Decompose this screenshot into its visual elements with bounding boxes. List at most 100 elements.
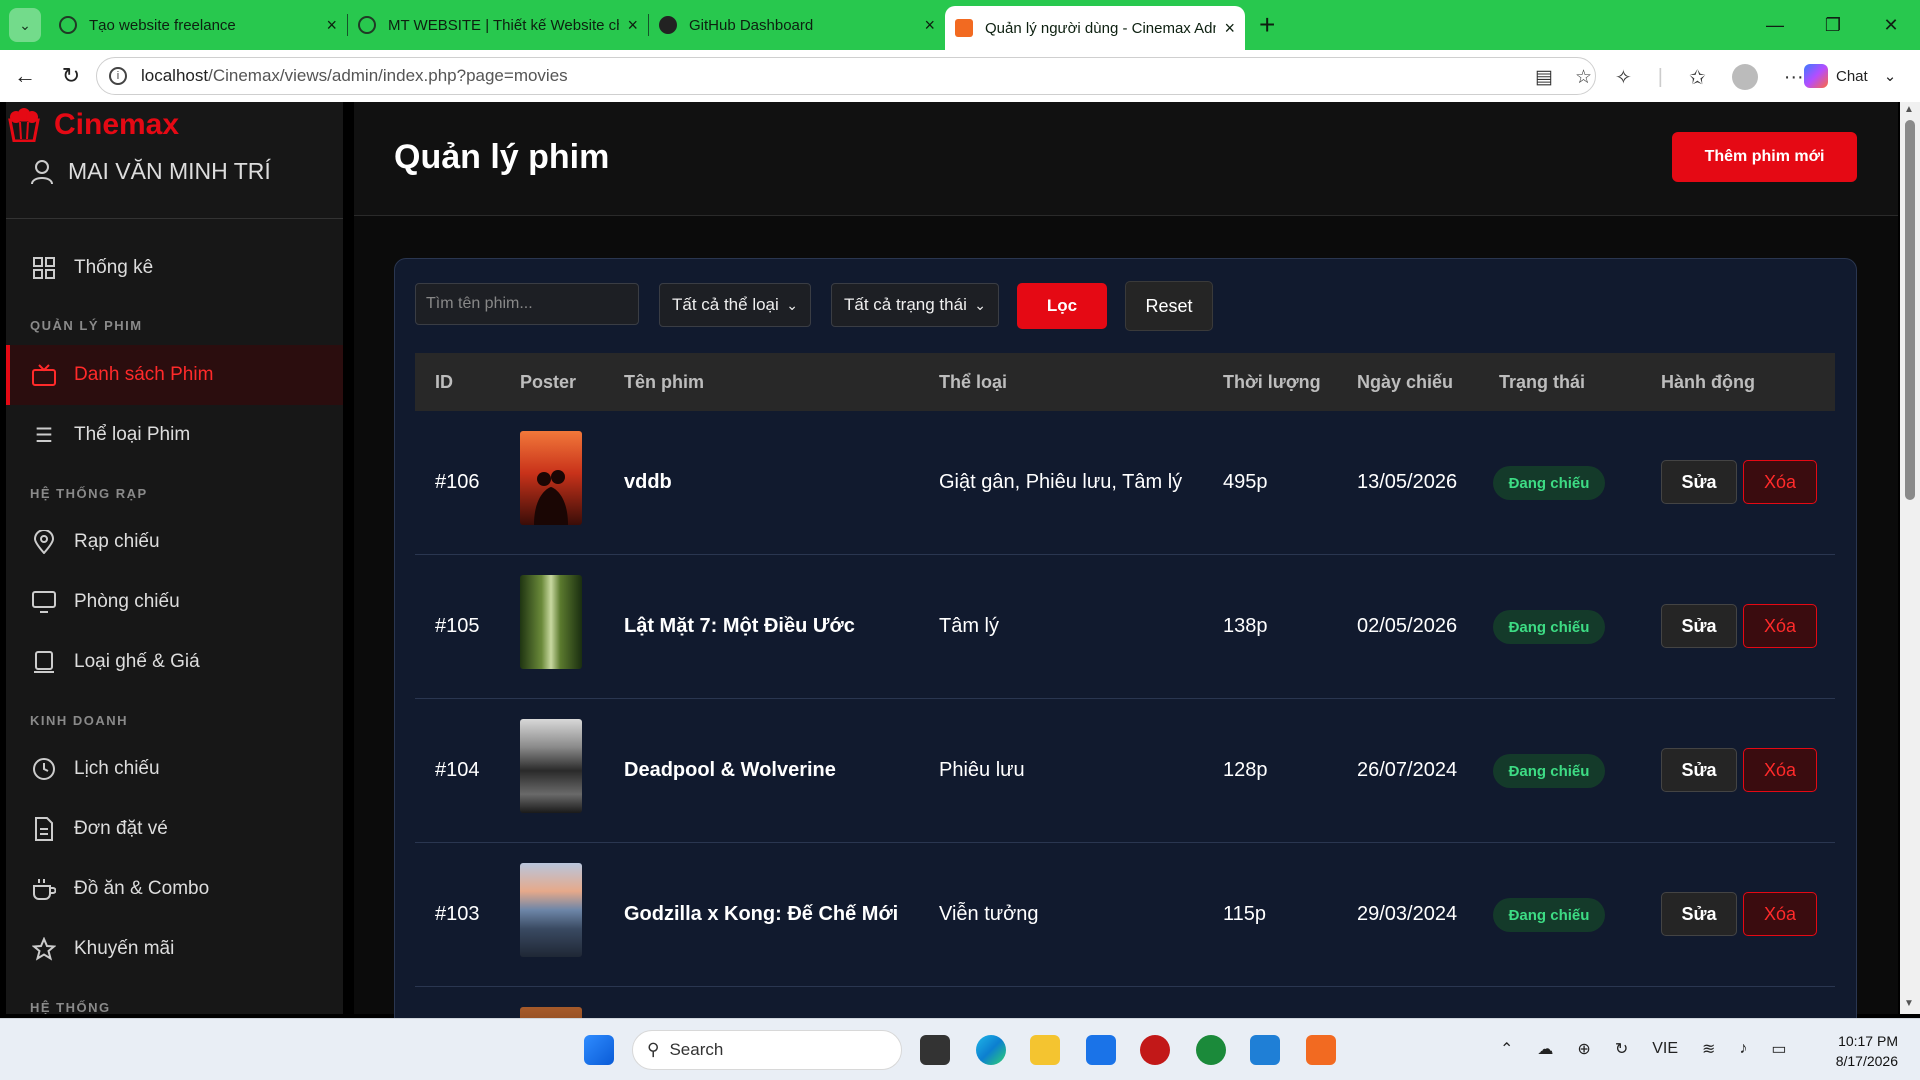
favorites-icon[interactable]: ✩ [1689, 65, 1706, 90]
edge-browser-icon[interactable] [976, 1035, 1006, 1065]
windows-start-icon[interactable] [584, 1035, 614, 1065]
movie-genre: Giật gân, Phiêu lưu, Tâm lý [939, 471, 1183, 493]
movie-poster [520, 719, 582, 813]
column-header-name: Tên phim [624, 372, 704, 392]
sidebar-item-showtimes[interactable]: Lịch chiếu [6, 739, 343, 799]
close-icon[interactable]: × [326, 15, 337, 36]
map-pin-icon [32, 530, 56, 554]
sidebar-item-promotions[interactable]: Khuyến mãi [6, 919, 343, 979]
url-input[interactable]: i localhost/Cinemax/views/admin/index.ph… [96, 57, 1596, 95]
delete-button[interactable]: Xóa [1743, 604, 1817, 648]
scrollbar-thumb[interactable] [1905, 120, 1915, 500]
movie-id: #104 [435, 759, 480, 781]
sidebar-item-food[interactable]: Đồ ăn & Combo [6, 859, 343, 919]
delete-button[interactable]: Xóa [1743, 892, 1817, 936]
xampp-icon [955, 19, 973, 37]
close-icon[interactable]: × [627, 15, 638, 36]
search-input[interactable]: Tìm tên phim... [415, 283, 639, 325]
window-controls: — ❐ ✕ [1746, 0, 1920, 50]
favorite-star-icon[interactable]: ☆ [1575, 66, 1592, 89]
close-window-icon[interactable]: ✕ [1862, 0, 1920, 50]
section-heading-cinema: HỆ THỐNG RẠP [30, 486, 148, 501]
page-header: Quản lý phim Thêm phim mới [354, 102, 1898, 216]
chevron-down-icon: ⌄ [786, 296, 798, 313]
store-icon[interactable] [1086, 1035, 1116, 1065]
brand-logo[interactable]: Cinemax [6, 108, 179, 142]
battery-icon[interactable]: ▭ [1771, 1039, 1786, 1059]
page-title: Quản lý phim [394, 138, 610, 176]
sidebar-item-orders[interactable]: Đơn đặt vé [6, 799, 343, 859]
column-header-date: Ngày chiếu [1357, 372, 1454, 392]
close-icon[interactable]: × [924, 15, 935, 36]
movie-genre: Viễn tưởng [939, 903, 1039, 925]
movie-genre: Tâm lý [939, 615, 999, 637]
back-icon[interactable]: ← [2, 63, 48, 89]
refresh-icon[interactable]: ↻ [48, 63, 94, 89]
app-red-icon[interactable] [1140, 1035, 1170, 1065]
status-select[interactable]: Tất cả trạng thái ⌄ [831, 283, 999, 327]
chevron-down-icon: ⌄ [19, 16, 31, 33]
movie-poster [520, 863, 582, 957]
add-movie-button[interactable]: Thêm phim mới [1672, 132, 1857, 182]
edit-button[interactable]: Sửa [1661, 892, 1737, 936]
scroll-up-icon[interactable]: ▲ [1904, 104, 1914, 115]
movie-id: #106 [435, 471, 480, 493]
movie-name: Lật Mặt 7: Một Điều Ước [624, 615, 855, 637]
edit-button[interactable]: Sửa [1661, 604, 1737, 648]
refresh-icon[interactable]: ↻ [1615, 1039, 1628, 1059]
column-header-status: Trạng thái [1499, 372, 1586, 392]
extensions-icon[interactable]: ✧ [1615, 65, 1632, 90]
browser-tab-freelance[interactable]: Tạo website freelance × [49, 0, 347, 50]
chevron-up-icon[interactable]: ⌃ [1500, 1039, 1513, 1059]
delete-button[interactable]: Xóa [1743, 748, 1817, 792]
minimize-icon[interactable]: — [1746, 0, 1804, 50]
windows-taskbar: ⚲ Search ⌃ ☁ ⊕ ↻ VIE ≋ ♪ ▭ 10:17 PM 8/17… [0, 1018, 1920, 1080]
file-explorer-icon[interactable] [1030, 1035, 1060, 1065]
more-menu-icon[interactable]: ··· [1784, 66, 1804, 89]
profile-avatar[interactable] [1731, 64, 1758, 90]
network-sync-icon[interactable]: ⊕ [1577, 1039, 1590, 1059]
volume-icon[interactable]: ♪ [1739, 1040, 1747, 1058]
browser-tab-github[interactable]: GitHub Dashboard × [649, 0, 945, 50]
cloud-icon[interactable]: ☁ [1537, 1039, 1553, 1059]
search-icon: ⚲ [647, 1040, 660, 1059]
close-icon[interactable]: × [1224, 18, 1235, 39]
tab-actions-menu[interactable]: ⌄ [9, 8, 41, 42]
movie-date: 29/03/2024 [1357, 903, 1458, 925]
xampp-icon[interactable] [1306, 1035, 1336, 1065]
chevron-down-icon[interactable]: ⌄ [1884, 67, 1897, 85]
edit-button[interactable]: Sửa [1661, 460, 1737, 504]
movie-duration: 128p [1223, 759, 1268, 781]
taskbar-search[interactable]: ⚲ Search [632, 1030, 902, 1070]
taskbar-clock[interactable]: 10:17 PM 8/17/2026 [1828, 1031, 1898, 1071]
vscode-icon[interactable] [1250, 1035, 1280, 1065]
sidebar-item-movies[interactable]: Danh sách Phim [6, 345, 343, 405]
delete-button[interactable]: Xóa [1743, 460, 1817, 504]
page-scrollbar[interactable]: ▲ ▼ [1900, 102, 1920, 1014]
status-badge: Đang chiếu [1493, 466, 1605, 500]
movie-poster [520, 575, 582, 669]
task-view-icon[interactable] [920, 1035, 950, 1065]
filter-button[interactable]: Lọc [1017, 283, 1107, 329]
edit-button[interactable]: Sửa [1661, 748, 1737, 792]
status-badge: Đang chiếu [1493, 754, 1605, 788]
upwork-icon[interactable] [1196, 1035, 1226, 1065]
sidebar-item-genres[interactable]: ☰ Thể loại Phim [6, 405, 343, 465]
sidebar-item-dashboard[interactable]: Thống kê [6, 238, 343, 298]
reset-button[interactable]: Reset [1125, 281, 1213, 331]
sidebar-item-cinemas[interactable]: Rạp chiếu [6, 512, 343, 572]
info-icon[interactable]: i [109, 67, 127, 85]
reader-mode-icon[interactable]: ▤ [1535, 66, 1553, 89]
openai-icon [59, 16, 77, 34]
sidebar-item-seats[interactable]: Loại ghế & Giá [6, 632, 343, 692]
scroll-down-icon[interactable]: ▼ [1904, 998, 1914, 1009]
browser-tab-cinemax[interactable]: Quản lý người dùng - Cinemax Admin × [945, 6, 1245, 50]
wifi-icon[interactable]: ≋ [1702, 1039, 1715, 1059]
maximize-icon[interactable]: ❐ [1804, 0, 1862, 50]
new-tab-button[interactable]: + [1259, 9, 1289, 41]
sidebar-item-rooms[interactable]: Phòng chiếu [6, 572, 343, 632]
browser-tab-mtwebsite[interactable]: MT WEBSITE | Thiết kế Website chuyên ngh… [348, 0, 648, 50]
copilot-chat-button[interactable]: Chat ⌄ [1804, 61, 1896, 91]
globe-icon [358, 16, 376, 34]
genre-select[interactable]: Tất cả thể loại ⌄ [659, 283, 811, 327]
